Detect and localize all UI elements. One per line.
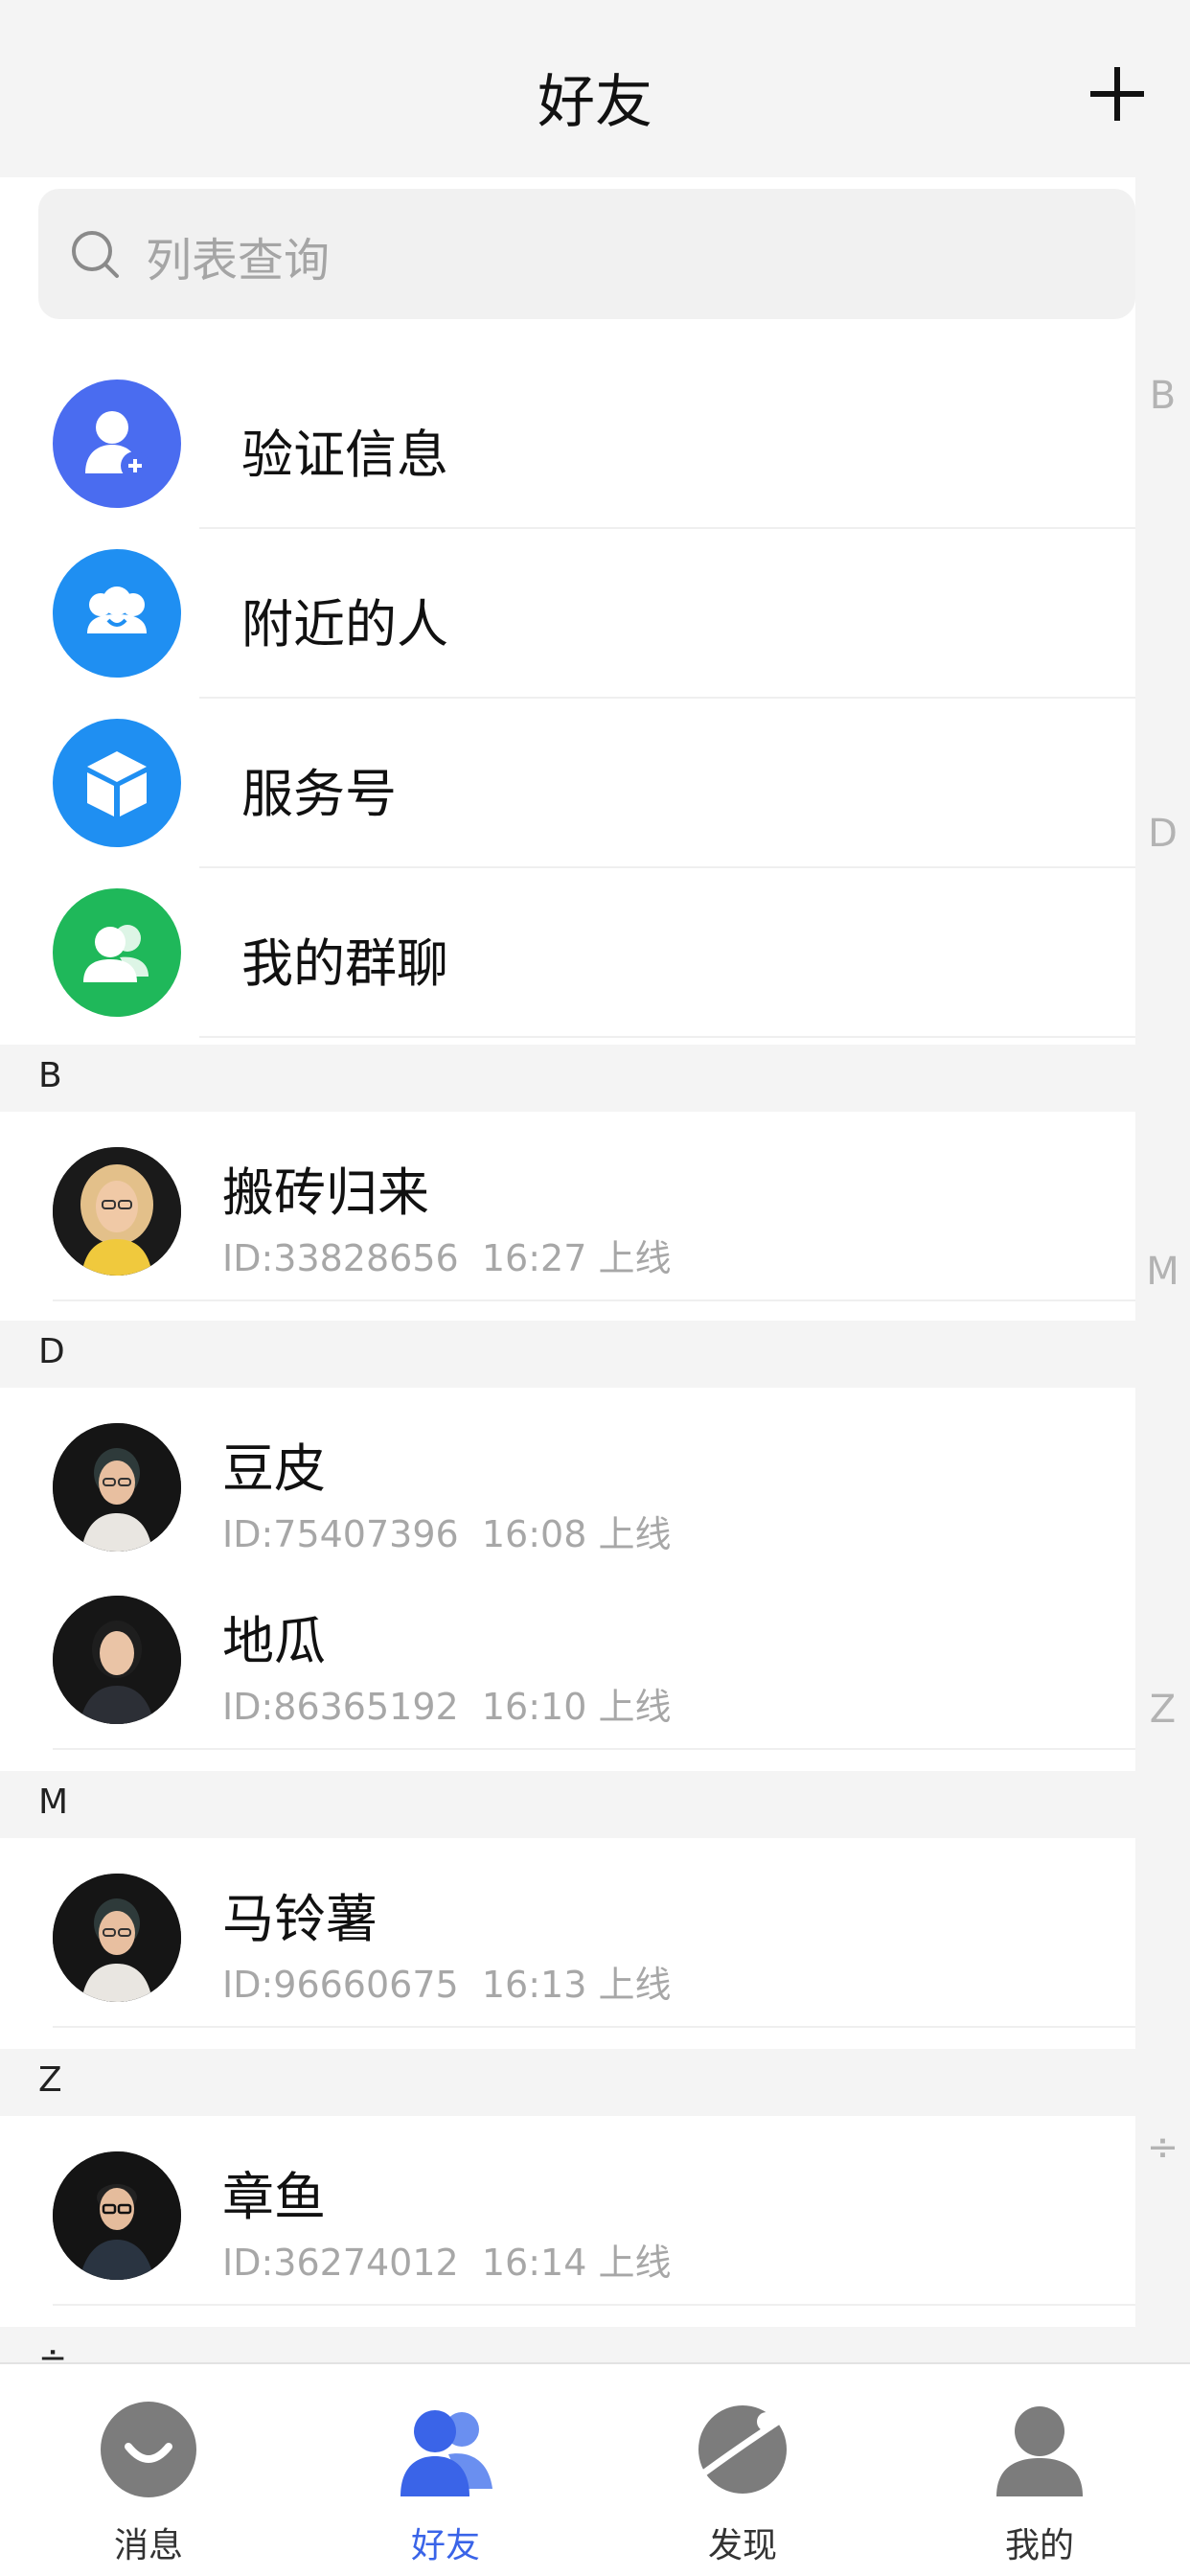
divider	[53, 1300, 1135, 1301]
add-user-icon	[53, 380, 181, 508]
section-header-b: B	[0, 1045, 1135, 1112]
group-chat-label: 我的群聊	[241, 933, 448, 994]
nearby-people-icon	[53, 549, 181, 678]
online-time: 16:13 上线	[481, 1964, 672, 2006]
friend-id: ID:75407396	[222, 1513, 459, 1555]
nearby-people-row[interactable]: 附近的人	[0, 530, 1135, 699]
header: 好友	[0, 0, 1190, 177]
online-time: 16:08 上线	[481, 1513, 672, 1555]
friend-row[interactable]: 马铃薯 ID:96660675 16:13 上线	[0, 1838, 1135, 2028]
tab-discover[interactable]: 发现	[594, 2364, 891, 2576]
bottom-tab-bar: 消息 好友 发现 我的	[0, 2362, 1190, 2576]
friend-name: 章鱼	[222, 2167, 326, 2227]
friends-icon	[400, 2410, 492, 2496]
message-icon	[101, 2402, 196, 2497]
section-header-z: Z	[0, 2049, 1135, 2116]
tab-messages-label: 消息	[113, 2526, 183, 2565]
search-icon	[72, 231, 119, 278]
friend-row[interactable]: 地瓜 ID:86365192 16:10 上线	[0, 1560, 1135, 1750]
section-letter: M	[38, 1782, 69, 1822]
avatar	[53, 1874, 181, 2002]
index-letter-d[interactable]: D	[1135, 812, 1190, 856]
friend-status: ID:75407396 16:08 上线	[222, 1505, 671, 1557]
friends-screen: 好友 列表查询 验证信息 附近的人 服务号 我的群聊 B 搬砖归来 ID:338…	[0, 0, 1190, 2576]
friend-name: 马铃薯	[222, 1889, 378, 1949]
page-title: 好友	[538, 69, 652, 136]
verify-info-label: 验证信息	[241, 425, 448, 485]
group-chat-row[interactable]: 我的群聊	[0, 869, 1135, 1038]
service-account-row[interactable]: 服务号	[0, 700, 1135, 868]
service-account-label: 服务号	[241, 764, 397, 824]
section-letter: Z	[38, 2060, 62, 2100]
avatar	[53, 1596, 181, 1724]
divider	[53, 2304, 1135, 2306]
divider	[199, 527, 1135, 529]
divider	[199, 697, 1135, 699]
avatar	[53, 1423, 181, 1552]
group-chat-icon	[53, 888, 181, 1017]
friend-row[interactable]: 搬砖归来 ID:33828656 16:27 上线	[0, 1112, 1135, 1301]
divider	[53, 2026, 1135, 2028]
tab-discover-label: 发现	[707, 2526, 777, 2565]
avatar	[53, 2151, 181, 2280]
friend-id: ID:96660675	[222, 1964, 459, 2006]
friend-row[interactable]: 章鱼 ID:36274012 16:14 上线	[0, 2116, 1135, 2306]
add-friend-button[interactable]	[1090, 67, 1144, 121]
section-header-d: D	[0, 1321, 1135, 1388]
friend-name: 豆皮	[222, 1438, 326, 1499]
tab-messages[interactable]: 消息	[0, 2364, 297, 2576]
profile-icon	[996, 2406, 1083, 2496]
section-letter: B	[38, 1056, 62, 1095]
friend-name: 搬砖归来	[222, 1162, 429, 1223]
friend-status: ID:86365192 16:10 上线	[222, 1677, 671, 1730]
online-time: 16:10 上线	[481, 1686, 672, 1728]
tab-profile[interactable]: 我的	[891, 2364, 1188, 2576]
alphabet-index[interactable]: B D M Z ÷	[1135, 177, 1190, 2362]
search-input[interactable]: 列表查询	[38, 189, 1135, 319]
nearby-people-label: 附近的人	[241, 594, 448, 655]
index-letter-m[interactable]: M	[1135, 1250, 1190, 1294]
friend-id: ID:86365192	[222, 1686, 459, 1728]
tab-friends[interactable]: 好友	[297, 2364, 594, 2576]
section-header-m: M	[0, 1771, 1135, 1838]
avatar	[53, 1147, 181, 1276]
friend-id: ID:36274012	[222, 2242, 459, 2284]
cube-icon	[53, 719, 181, 847]
friend-status: ID:96660675 16:13 上线	[222, 1955, 671, 2008]
friend-name: 地瓜	[222, 1611, 326, 1671]
index-letter-other[interactable]: ÷	[1135, 2126, 1190, 2170]
friends-list: 列表查询 验证信息 附近的人 服务号 我的群聊 B 搬砖归来 ID:338286…	[0, 177, 1135, 2394]
friend-status: ID:33828656 16:27 上线	[222, 1229, 671, 1281]
tab-profile-label: 我的	[1004, 2526, 1074, 2565]
planet-icon	[698, 2405, 787, 2494]
index-letter-z[interactable]: Z	[1135, 1688, 1190, 1732]
online-time: 16:27 上线	[481, 1237, 672, 1279]
friend-id: ID:33828656	[222, 1237, 459, 1279]
friend-status: ID:36274012 16:14 上线	[222, 2233, 671, 2286]
index-letter-b[interactable]: B	[1135, 374, 1190, 418]
verify-info-row[interactable]: 验证信息	[0, 360, 1135, 529]
divider	[53, 1748, 1135, 1750]
search-placeholder: 列表查询	[146, 234, 331, 288]
tab-friends-label: 好友	[410, 2526, 480, 2565]
online-time: 16:14 上线	[481, 2242, 672, 2284]
friend-row[interactable]: 豆皮 ID:75407396 16:08 上线	[0, 1388, 1135, 1577]
section-letter: D	[38, 1332, 65, 1371]
divider	[199, 1036, 1135, 1038]
divider	[199, 866, 1135, 868]
